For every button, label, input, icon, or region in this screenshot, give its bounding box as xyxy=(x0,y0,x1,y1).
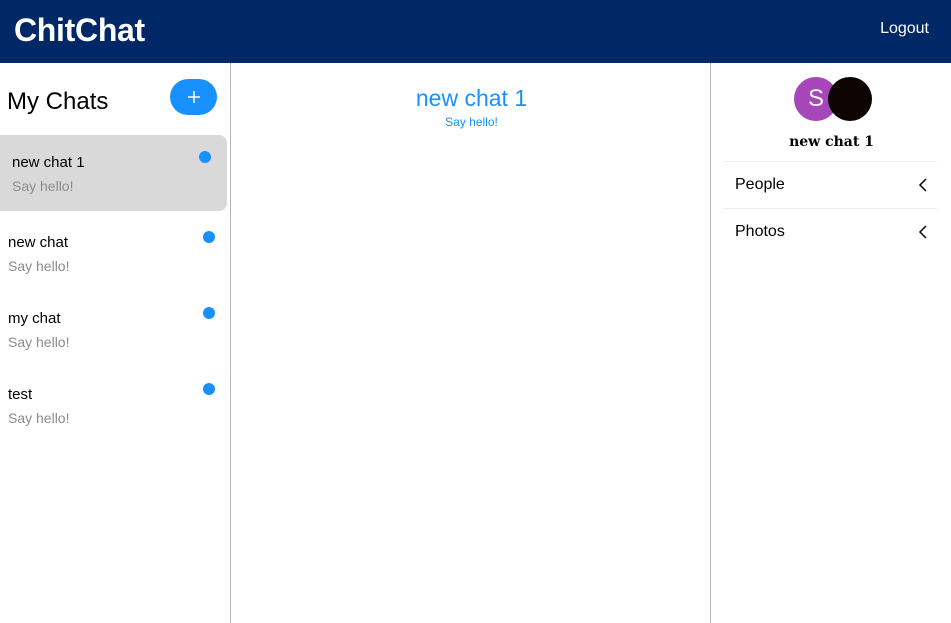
chat-card-my-chat[interactable]: my chat Say hello! xyxy=(0,291,227,367)
chat-settings-title: new chat 1 xyxy=(789,134,874,150)
section-label: People xyxy=(735,176,785,193)
chat-card-subtitle: Say hello! xyxy=(8,334,70,350)
chevron-left-icon xyxy=(918,178,927,192)
section-people[interactable]: People xyxy=(723,161,937,208)
logout-button[interactable]: Logout xyxy=(880,20,929,38)
avatar xyxy=(828,77,872,121)
unread-dot-icon xyxy=(203,231,215,243)
chat-card-subtitle: Say hello! xyxy=(8,410,70,426)
chat-feed-panel: new chat 1 Say hello! xyxy=(232,63,711,623)
new-chat-button[interactable] xyxy=(170,79,217,115)
plus-icon xyxy=(187,91,200,103)
unread-dot-icon xyxy=(199,151,211,163)
chat-list-panel: My Chats new chat 1 Say hello! new chat … xyxy=(0,63,231,623)
chat-card-subtitle: Say hello! xyxy=(8,258,70,274)
chat-feed-subtitle: Say hello! xyxy=(445,115,498,129)
chat-card-title: test xyxy=(8,386,33,403)
unread-dot-icon xyxy=(203,307,215,319)
section-label: Photos xyxy=(735,223,785,240)
chat-card-new-chat[interactable]: new chat Say hello! xyxy=(0,215,227,291)
chat-card-title: my chat xyxy=(8,310,61,327)
top-bar: ChitChat Logout xyxy=(0,0,951,63)
chat-list-title: My Chats xyxy=(7,88,109,115)
chat-feed-title: new chat 1 xyxy=(415,85,528,111)
chat-card-new-chat-1[interactable]: new chat 1 Say hello! xyxy=(0,135,227,211)
chat-settings-panel: S new chat 1 People Photos xyxy=(712,63,951,623)
section-photos[interactable]: Photos xyxy=(723,208,937,255)
chat-card-subtitle: Say hello! xyxy=(12,178,74,194)
chat-card-title: new chat xyxy=(8,234,69,251)
chat-card-title: new chat 1 xyxy=(12,154,85,171)
avatar-initial: S xyxy=(807,85,824,112)
unread-dot-icon xyxy=(203,383,215,395)
chat-card-test[interactable]: test Say hello! xyxy=(0,367,227,443)
chevron-left-icon xyxy=(918,225,927,239)
app-brand: ChitChat xyxy=(14,12,145,48)
